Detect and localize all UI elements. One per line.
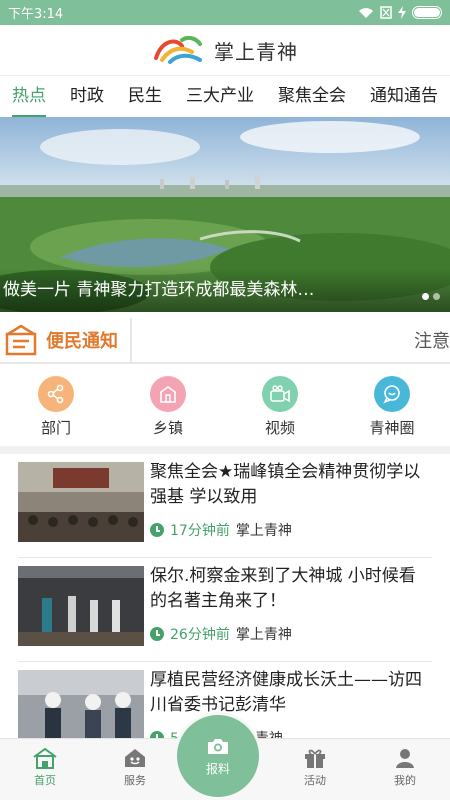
status-time: 下午3:14 [8, 7, 64, 22]
nav-service[interactable]: 服务 [90, 739, 180, 800]
nav-label: 活动 [304, 774, 326, 787]
carousel-dot [433, 293, 440, 300]
news-title: 聚焦全会★瑞峰镇全会精神贯彻学以强基 学以致用 [150, 462, 421, 507]
tab-livelihood[interactable]: 民生 [116, 76, 162, 117]
quick-entry-circle[interactable]: 青神圈 [336, 370, 448, 440]
tab-notices[interactable]: 通知通告 [358, 76, 438, 117]
notice-bar[interactable]: 便民通知 注意 [0, 318, 450, 362]
quick-entry-township[interactable]: 乡镇 [112, 370, 224, 440]
news-meta: 26分钟前 掌上青神 [150, 624, 292, 644]
news-source: 掌上青神 [235, 523, 292, 539]
category-tabs: 热点 时政 民生 三大产业 聚焦全会 通知通告 [0, 75, 450, 117]
chat-icon [374, 376, 410, 412]
status-bar: 下午3:14 [0, 0, 450, 25]
carousel-dot [422, 293, 429, 300]
quick-entry-department[interactable]: 部门 [0, 370, 112, 440]
quick-entry-video[interactable]: 视频 [224, 370, 336, 440]
quick-entry-label: 乡镇 [152, 419, 183, 437]
share-icon [38, 376, 74, 412]
battery-icon [412, 6, 442, 19]
wifi-icon [359, 7, 373, 18]
nav-home[interactable]: 首页 [0, 739, 90, 800]
news-title: 保尔.柯察金来到了大神城 小时候看的名著主角来了！ [150, 566, 416, 611]
tab-hot[interactable]: 热点 [0, 76, 46, 117]
carousel-indicator [422, 293, 440, 300]
nav-activity[interactable]: 活动 [270, 739, 360, 800]
notice-header: 便民通知 [0, 318, 132, 362]
notice-label: 便民通知 [46, 331, 118, 352]
home-icon [33, 747, 57, 769]
news-item[interactable]: 聚焦全会★瑞峰镇全会精神贯彻学以强基 学以致用 17分钟前 掌上青神 [18, 454, 432, 558]
sim-icon [380, 6, 392, 19]
quick-entry-label: 青神圈 [369, 419, 415, 437]
service-icon [125, 749, 145, 767]
video-icon [262, 376, 298, 412]
notice-text[interactable]: 注意 [414, 327, 450, 353]
news-time: 17分钟前 [170, 523, 230, 539]
tab-industries[interactable]: 三大产业 [174, 76, 254, 117]
nav-label: 服务 [124, 774, 146, 787]
news-item[interactable]: 保尔.柯察金来到了大神城 小时候看的名著主角来了！ 26分钟前 掌上青神 [18, 558, 432, 662]
banner-caption: 做美一片 青神聚力打造环成都最美森林… [0, 268, 450, 312]
report-label: 报料 [205, 761, 230, 776]
report-button[interactable]: 报料 [174, 712, 262, 800]
status-icons [358, 6, 442, 19]
app-header: 掌上青神 [0, 25, 450, 75]
nav-label: 首页 [34, 774, 56, 787]
gift-icon [305, 749, 325, 768]
news-thumbnail [18, 462, 144, 542]
tab-politics[interactable]: 时政 [58, 76, 104, 117]
news-source: 掌上青神 [235, 627, 292, 643]
clock-icon [150, 523, 164, 537]
nav-mine[interactable]: 我的 [360, 739, 450, 800]
notice-board-icon [5, 324, 37, 356]
nav-label: 我的 [394, 774, 416, 787]
building-icon [150, 376, 186, 412]
tab-plenary[interactable]: 聚焦全会 [266, 76, 346, 117]
clock-icon [150, 627, 164, 641]
news-thumbnail [18, 566, 144, 646]
quick-entries: 部门 乡镇 视频 青神圈 [0, 370, 450, 440]
user-icon [396, 749, 414, 768]
section-divider [0, 446, 450, 454]
news-title: 厚植民营经济健康成长沃土——访四川省委书记彭清华 [150, 670, 422, 715]
quick-entry-label: 视频 [264, 419, 295, 437]
charging-icon [398, 6, 406, 19]
app-title: 掌上青神 [214, 39, 298, 64]
news-meta: 17分钟前 掌上青神 [150, 520, 292, 540]
news-time: 26分钟前 [170, 627, 230, 643]
banner-carousel[interactable]: 做美一片 青神聚力打造环成都最美森林… [0, 117, 450, 312]
qingshen-logo [154, 35, 202, 64]
quick-entry-label: 部门 [40, 419, 71, 437]
camera-icon [208, 738, 228, 754]
divider [0, 362, 450, 364]
